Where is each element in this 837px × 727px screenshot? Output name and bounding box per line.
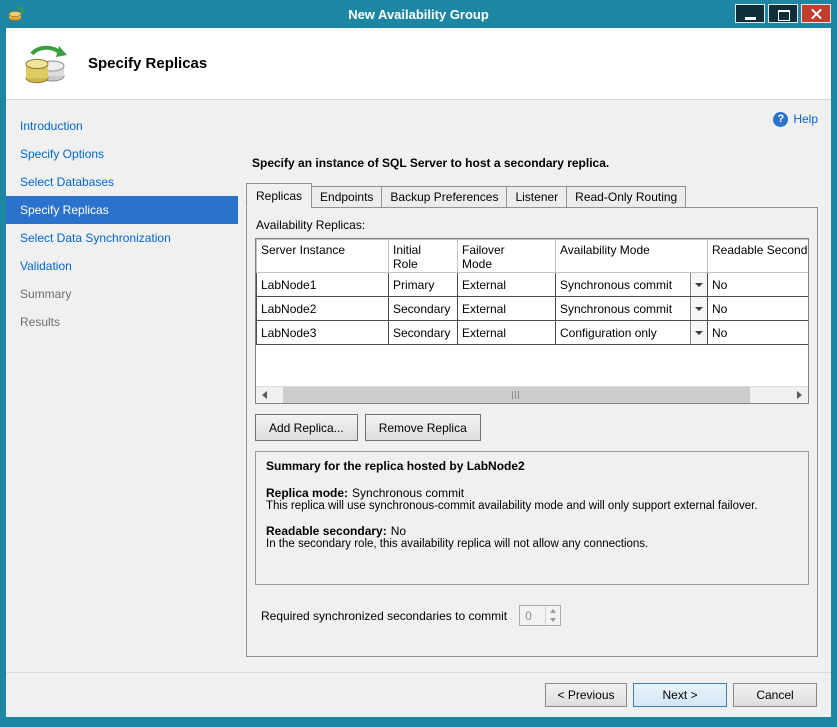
summary-title: Summary for the replica hosted by LabNod… [266, 459, 798, 473]
close-button[interactable] [801, 4, 831, 23]
spinner-up-icon [546, 606, 560, 616]
availability-mode-dropdown[interactable]: Synchronous commit [556, 297, 707, 320]
help-link[interactable]: Help [246, 110, 818, 128]
availability-mode-dropdown[interactable]: Synchronous commit [556, 273, 707, 296]
tab-replicas[interactable]: Replicas [246, 183, 312, 208]
grid-buttons: Add Replica... Remove Replica [255, 414, 809, 441]
cell-readable-secondary[interactable]: No [708, 297, 810, 321]
table-row: LabNode1 Primary External Synchronous co… [257, 273, 810, 297]
sidebar-item-results: Results [6, 308, 238, 336]
sidebar-item-validation[interactable]: Validation [6, 252, 238, 280]
sidebar-item-select-data-synchronization[interactable]: Select Data Synchronization [6, 224, 238, 252]
replicas-grid: Server Instance Initial Role Failover Mo… [255, 238, 809, 404]
wizard-header: Specify Replicas [6, 28, 831, 100]
window-controls [735, 4, 831, 23]
dropdown-value: Configuration only [556, 321, 690, 344]
scroll-right-arrow-icon[interactable] [791, 387, 808, 403]
minimize-button[interactable] [735, 4, 765, 23]
add-replica-button[interactable]: Add Replica... [255, 414, 358, 441]
chevron-down-icon[interactable] [690, 321, 707, 344]
cell-initial-role[interactable]: Primary [389, 273, 458, 297]
replica-mode-value: Synchronous commit [352, 486, 464, 500]
wizard-footer: < Previous Next > Cancel [6, 672, 831, 717]
spinner-arrows [545, 606, 560, 625]
window-title: New Availability Group [0, 7, 837, 22]
table-header-row: Server Instance Initial Role Failover Mo… [257, 240, 810, 273]
scrollbar-thumb[interactable] [283, 387, 749, 403]
cell-availability-mode[interactable]: Synchronous commit [556, 273, 708, 297]
availability-replicas-label: Availability Replicas: [256, 218, 809, 232]
scroll-left-arrow-icon[interactable] [256, 387, 273, 403]
spinner-value: 0 [520, 606, 545, 625]
readable-secondary-value: No [391, 524, 406, 538]
readable-secondary-label: Readable secondary: [266, 524, 387, 538]
database-sync-icon [22, 40, 70, 88]
column-header-server-instance: Server Instance [257, 240, 389, 273]
replica-mode-description: This replica will use synchronous-commit… [266, 500, 798, 512]
cell-failover-mode[interactable]: External [458, 321, 556, 345]
table-row: LabNode3 Secondary External Configuratio… [257, 321, 810, 345]
summary-panel: Summary for the replica hosted by LabNod… [255, 451, 809, 585]
dropdown-value: Synchronous commit [556, 273, 690, 296]
scrollbar-track[interactable] [273, 387, 791, 403]
dropdown-value: Synchronous commit [556, 297, 690, 320]
page-title: Specify Replicas [88, 55, 207, 72]
cell-failover-mode[interactable]: External [458, 273, 556, 297]
remove-replica-button[interactable]: Remove Replica [365, 414, 481, 441]
cell-initial-role[interactable]: Secondary [389, 297, 458, 321]
cancel-button[interactable]: Cancel [733, 683, 817, 707]
sidebar-item-select-databases[interactable]: Select Databases [6, 168, 238, 196]
replica-mode-label: Replica mode: [266, 486, 348, 500]
cell-failover-mode[interactable]: External [458, 297, 556, 321]
replicas-tab-panel: Availability Replicas: Server Instance I… [246, 207, 818, 657]
sidebar-item-specify-replicas[interactable]: Specify Replicas [6, 196, 238, 224]
cell-availability-mode[interactable]: Configuration only [556, 321, 708, 345]
cell-initial-role[interactable]: Secondary [389, 321, 458, 345]
column-header-readable-secondary: Readable Secondar [708, 240, 810, 273]
wizard-steps: Introduction Specify Options Select Data… [6, 100, 238, 672]
wizard-body: Introduction Specify Options Select Data… [6, 100, 831, 672]
cell-server-instance[interactable]: LabNode2 [257, 297, 389, 321]
chevron-down-icon[interactable] [690, 273, 707, 296]
cell-readable-secondary[interactable]: No [708, 321, 810, 345]
readable-secondary-line: Readable secondary: No [266, 524, 798, 538]
maximize-button[interactable] [768, 4, 798, 23]
window: New Availability Group Specify Replicas [0, 0, 837, 727]
column-header-failover-mode: Failover Mode [458, 240, 556, 273]
required-secondaries-spinner: 0 [519, 605, 561, 626]
help-label[interactable]: Help [793, 112, 818, 126]
chevron-down-icon[interactable] [690, 297, 707, 320]
help-icon [773, 112, 788, 127]
readable-secondary-description: In the secondary role, this availability… [266, 538, 798, 550]
tab-endpoints[interactable]: Endpoints [311, 186, 382, 208]
sidebar-item-introduction[interactable]: Introduction [6, 112, 238, 140]
tab-read-only-routing[interactable]: Read-Only Routing [566, 186, 686, 208]
wizard-dialog: Specify Replicas Introduction Specify Op… [6, 28, 831, 717]
sidebar-item-summary: Summary [6, 280, 238, 308]
required-secondaries-row: Required synchronized secondaries to com… [261, 605, 809, 626]
availability-mode-dropdown[interactable]: Configuration only [556, 321, 707, 344]
table-row: LabNode2 Secondary External Synchronous … [257, 297, 810, 321]
horizontal-scrollbar[interactable] [256, 386, 808, 403]
instruction-text: Specify an instance of SQL Server to hos… [252, 156, 818, 170]
cell-readable-secondary[interactable]: No [708, 273, 810, 297]
tab-strip: Replicas Endpoints Backup Preferences Li… [246, 183, 818, 208]
required-secondaries-label: Required synchronized secondaries to com… [261, 609, 507, 623]
tab-backup-preferences[interactable]: Backup Preferences [381, 186, 507, 208]
previous-button[interactable]: < Previous [545, 683, 627, 707]
spinner-down-icon [546, 616, 560, 626]
cell-availability-mode[interactable]: Synchronous commit [556, 297, 708, 321]
cell-server-instance[interactable]: LabNode3 [257, 321, 389, 345]
title-bar: New Availability Group [0, 0, 837, 28]
next-button[interactable]: Next > [633, 683, 727, 707]
tab-listener[interactable]: Listener [506, 186, 567, 208]
column-header-availability-mode: Availability Mode [556, 240, 708, 273]
replica-mode-line: Replica mode: Synchronous commit [266, 486, 798, 500]
sidebar-item-specify-options[interactable]: Specify Options [6, 140, 238, 168]
column-header-initial-role: Initial Role [389, 240, 458, 273]
main-content: Help Specify an instance of SQL Server t… [238, 100, 831, 672]
cell-server-instance[interactable]: LabNode1 [257, 273, 389, 297]
replicas-table: Server Instance Initial Role Failover Mo… [256, 239, 809, 345]
